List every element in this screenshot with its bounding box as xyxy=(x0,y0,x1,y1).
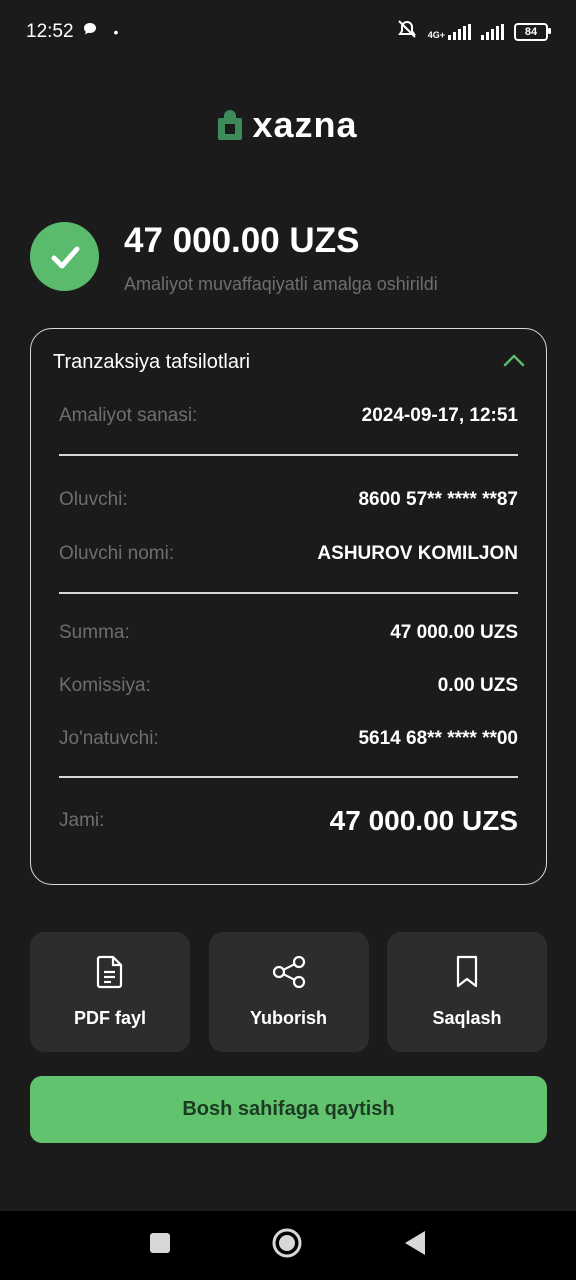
total-label: Jami: xyxy=(59,810,105,831)
status-bar: 12:52 • 4G+ 84 xyxy=(0,0,576,64)
action-buttons: PDF fayl Yuborish Saqlash xyxy=(30,932,547,1052)
row-sender: Jo'natuvchi: 5614 68** **** **00 xyxy=(59,728,518,750)
status-time: 12:52 xyxy=(26,21,74,42)
chat-notification-icon xyxy=(82,21,98,43)
fee-value: 0.00 UZS xyxy=(437,675,518,696)
row-total: Jami: 47 000.00 UZS xyxy=(59,805,518,837)
share-button-label: Yuborish xyxy=(249,1008,327,1028)
recipient-name-label: Oluvchi nomi: xyxy=(59,543,175,564)
sum-value: 47 000.00 UZS xyxy=(390,622,518,643)
sender-value: 5614 68** **** **00 xyxy=(358,728,518,749)
recipient-name-value: ASHUROV KOMILJON xyxy=(317,543,518,564)
document-icon xyxy=(95,955,125,994)
chevron-up-icon[interactable] xyxy=(502,352,526,373)
transaction-details-card: Tranzaksiya tafsilotlari Amaliyot sanasi… xyxy=(30,328,547,885)
signal-icon-2 xyxy=(481,24,504,40)
sum-label: Summa: xyxy=(59,622,130,643)
row-fee: Komissiya: 0.00 UZS xyxy=(59,675,518,697)
divider xyxy=(59,776,518,778)
home-icon[interactable] xyxy=(271,1227,303,1264)
date-label: Amaliyot sanasi: xyxy=(59,405,198,426)
payment-result: 47 000.00 UZS Amaliyot muvaffaqiyatli am… xyxy=(30,221,438,295)
divider xyxy=(59,592,518,594)
success-check-icon xyxy=(30,222,99,291)
payment-amount: 47 000.00 UZS xyxy=(124,221,360,260)
recipient-label: Oluvchi: xyxy=(59,489,128,510)
divider xyxy=(59,454,518,456)
battery-icon: 84 xyxy=(514,23,551,41)
row-date: Amaliyot sanasi: 2024-09-17, 12:51 xyxy=(59,405,518,427)
row-sum: Summa: 47 000.00 UZS xyxy=(59,622,518,644)
brand-logo: xazna xyxy=(0,104,576,146)
pdf-button[interactable]: PDF fayl xyxy=(30,932,190,1052)
mute-icon xyxy=(396,19,418,45)
dot-icon: • xyxy=(113,24,119,40)
sender-label: Jo'natuvchi: xyxy=(59,728,159,749)
signal-icon xyxy=(448,24,471,40)
recents-icon[interactable] xyxy=(149,1232,171,1259)
battery-level: 84 xyxy=(524,26,538,38)
share-icon xyxy=(271,955,307,994)
share-button[interactable]: Yuborish xyxy=(208,932,369,1052)
bookmark-icon xyxy=(454,955,480,994)
back-icon[interactable] xyxy=(403,1230,427,1261)
save-button-label: Saqlash xyxy=(432,1008,502,1028)
details-header[interactable]: Tranzaksiya tafsilotlari xyxy=(53,351,526,374)
xazna-logo-icon xyxy=(218,110,243,140)
brand-name: xazna xyxy=(252,104,358,145)
network-type: 4G+ xyxy=(427,30,445,40)
save-button[interactable]: Saqlash xyxy=(387,932,547,1052)
back-to-home-button[interactable]: Bosh sahifaga qaytish xyxy=(30,1076,547,1143)
fee-label: Komissiya: xyxy=(59,675,151,696)
row-recipient: Oluvchi: 8600 57** **** **87 xyxy=(59,489,518,511)
total-value: 47 000.00 UZS xyxy=(329,805,518,836)
navigation-bar xyxy=(0,1211,576,1280)
success-message: Amaliyot muvaffaqiyatli amalga oshirildi xyxy=(124,274,438,294)
pdf-button-label: PDF fayl xyxy=(73,1008,147,1028)
details-title: Tranzaksiya tafsilotlari xyxy=(53,351,251,373)
date-value: 2024-09-17, 12:51 xyxy=(361,405,518,426)
row-recipient-name: Oluvchi nomi: ASHUROV KOMILJON xyxy=(59,543,518,565)
recipient-value: 8600 57** **** **87 xyxy=(358,489,518,510)
